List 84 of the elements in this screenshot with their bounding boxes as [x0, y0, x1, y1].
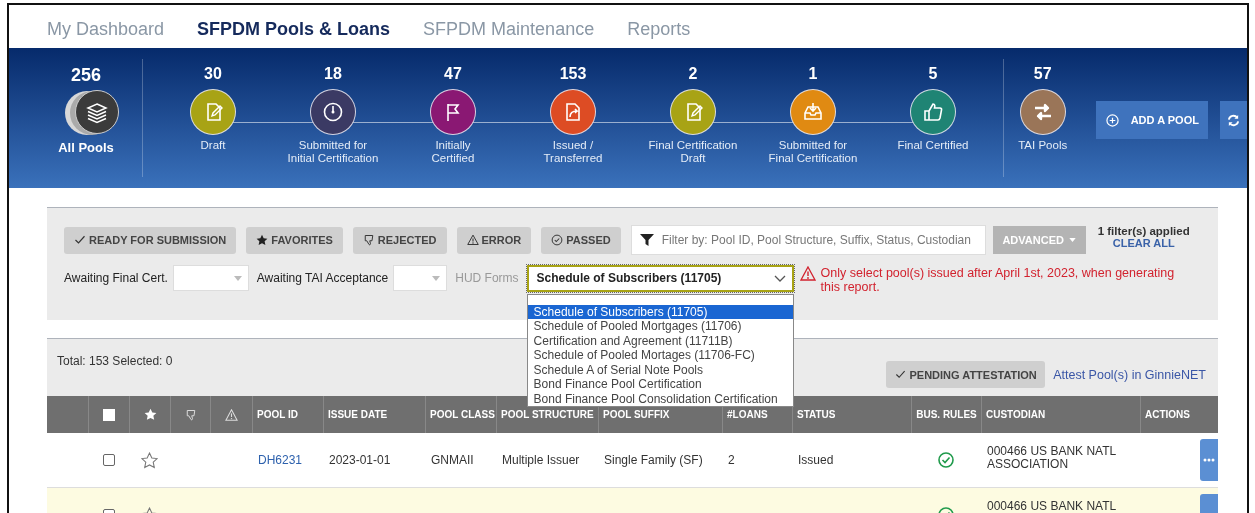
stage-count: 47	[444, 65, 462, 84]
table-cell: 2023-01-01	[329, 453, 391, 467]
quick-filter-button[interactable]: FAVORITES	[246, 226, 343, 254]
stage-count: 30	[204, 65, 222, 84]
layers-symbol-icon	[85, 100, 109, 124]
clear-all-link[interactable]: CLEAR ALL	[1112, 237, 1175, 249]
table-cell: 2	[728, 453, 735, 467]
filter-label: Awaiting Final Cert.	[64, 271, 168, 285]
quick-filter-button[interactable]: ERROR	[456, 226, 532, 254]
pool-count: 256	[71, 65, 102, 86]
stage-circle[interactable]	[190, 89, 236, 135]
filter-label: HUD Forms	[455, 271, 519, 285]
table-cell: Single Family (SF)	[604, 453, 703, 467]
hud-forms-select[interactable]: Schedule of Subscribers (11705)	[526, 264, 794, 292]
totals-text: Total: 153 Selected: 0	[57, 353, 173, 368]
stage-label: Submitted for Final Certification	[768, 139, 858, 165]
table-cell: GNMAII	[431, 453, 474, 467]
table-cell-text: 000466 US BANK NATL ASSOCIATION	[987, 445, 1117, 470]
caret-icon	[1068, 238, 1076, 242]
select-field[interactable]	[172, 265, 249, 291]
stage-circle[interactable]	[790, 89, 836, 135]
stage-circle[interactable]	[670, 89, 716, 135]
caret-icon	[233, 275, 242, 281]
filter-label: Awaiting TAI Acceptance	[256, 271, 389, 285]
check-circle-icon	[551, 234, 564, 246]
thumbs-down-icon	[184, 408, 197, 421]
stage-count: 2	[688, 65, 698, 84]
table-cell: Issued	[798, 453, 834, 467]
nav-tab[interactable]: SFPDM Pools & Loans	[197, 18, 391, 40]
pool-id-link[interactable]: DH6231	[258, 453, 303, 467]
add-pool-button[interactable]: ADD A POOL	[1096, 101, 1209, 139]
plus-circle-icon	[1105, 113, 1119, 127]
quick-filter-button[interactable]: READY FOR SUBMISSION	[64, 226, 237, 254]
quick-filter-button[interactable]: REJECTED	[352, 226, 447, 254]
stage-circle[interactable]	[910, 89, 956, 135]
table-cell: 000466 US BANK NATL	[987, 500, 1117, 513]
stage-circle[interactable]	[550, 89, 596, 135]
stage-label: Submitted for Initial Certification	[287, 139, 379, 165]
quick-filter-button[interactable]: PASSED	[541, 226, 621, 254]
table-row[interactable]: 000466 US BANK NATL	[47, 488, 1218, 513]
chevron-down-icon	[773, 274, 786, 282]
filter-icon	[639, 233, 654, 247]
stage-count: 5	[928, 65, 938, 84]
check-icon	[74, 234, 86, 246]
stage-label: Issued / Transferred	[543, 139, 603, 165]
filters-applied-text: 1 filter(s) applied	[1097, 225, 1190, 237]
select-field[interactable]	[393, 265, 448, 291]
attest-link[interactable]: Attest Pool(s) in GinnieNET	[1053, 367, 1206, 382]
nav-tab[interactable]: My Dashboard	[47, 18, 165, 40]
warning-icon	[466, 234, 479, 246]
nav-tab[interactable]: SFPDM Maintenance	[423, 18, 595, 40]
thumbs-up-icon	[921, 100, 945, 124]
warning-icon	[799, 266, 816, 281]
stage-circle[interactable]	[430, 89, 476, 135]
stage-label: Draft	[200, 139, 226, 152]
stage-label: Initially Certified	[431, 139, 475, 165]
star-icon	[143, 408, 157, 421]
stage-count: 18	[324, 65, 342, 84]
stage-circle[interactable]	[1019, 89, 1066, 135]
stage-count: 57	[1033, 65, 1052, 84]
stage-label: Final Certified	[897, 139, 969, 152]
stage-circle[interactable]	[310, 89, 356, 135]
warning-message: Only select pool(s) issued after April 1st, 2023, when generating this report.	[820, 266, 1176, 294]
refresh-icon	[1227, 113, 1241, 127]
refresh-button[interactable]	[1220, 101, 1247, 139]
row-checkbox[interactable]	[102, 454, 115, 466]
clock-icon	[321, 100, 345, 124]
stage-count: 1	[808, 65, 818, 84]
dropdown-option[interactable]: Schedule of Subscribers (11705)	[527, 304, 793, 319]
stage-label: Final Certification Draft	[648, 139, 738, 165]
warning-icon	[225, 408, 238, 421]
star-icon[interactable]	[141, 451, 158, 469]
stage-label: All Pools	[58, 140, 114, 155]
dots-icon	[1203, 458, 1215, 462]
stage-label: TAI Pools	[1018, 139, 1068, 152]
stage-count: 153	[559, 65, 587, 84]
star-icon	[256, 234, 269, 246]
select-all-checkbox[interactable]	[103, 408, 115, 421]
check-icon	[894, 369, 906, 380]
thumbs-down-icon	[362, 234, 375, 246]
pending-attestation-button[interactable]: PENDING ATTESTATION	[886, 361, 1046, 388]
caret-icon	[432, 275, 441, 281]
filter-field[interactable]: Filter by: Pool ID, Pool Structure, Suffix, Status, Custodian	[630, 225, 986, 255]
table-cell: Multiple Issuer	[502, 453, 580, 467]
